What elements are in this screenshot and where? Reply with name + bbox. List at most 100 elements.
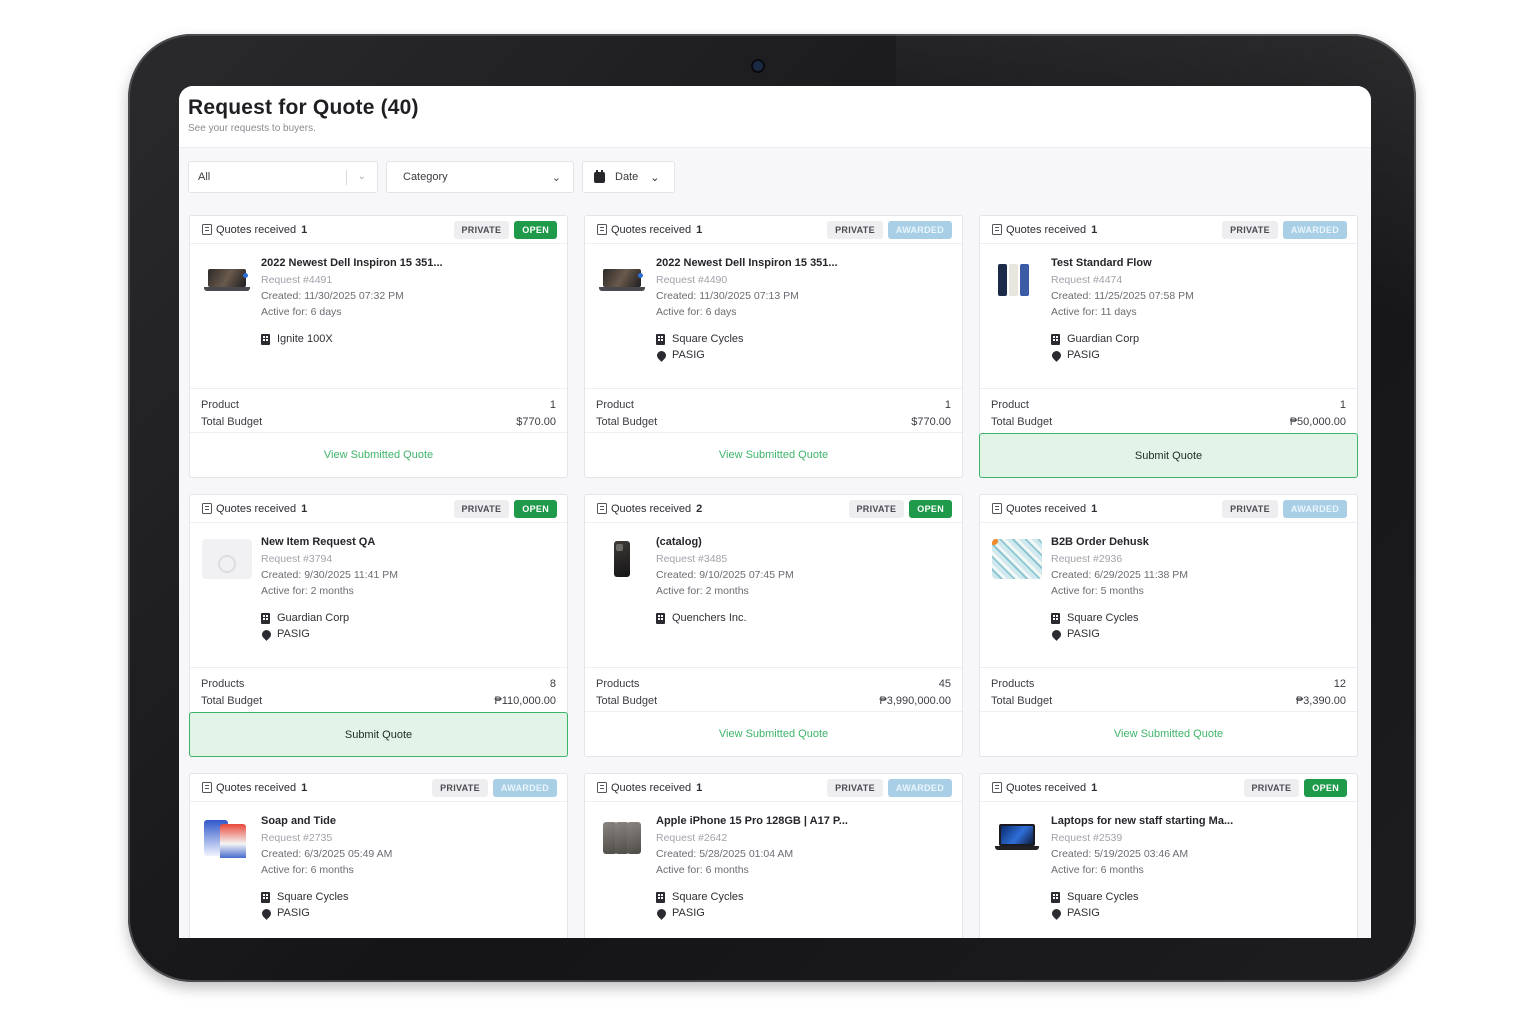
total-budget: ₱110,000.00 — [494, 694, 556, 707]
budget-label: Total Budget — [201, 415, 263, 428]
request-title[interactable]: Apple iPhone 15 Pro 128GB | A17 P... — [656, 815, 956, 827]
card-body: Soap and Tide Request #2735 Created: 6/3/2… — [190, 802, 567, 938]
request-title[interactable]: B2B Order Dehusk — [1051, 536, 1351, 548]
request-info: 2022 Newest Dell Inspiron 15 351... Reque… — [261, 257, 561, 345]
submit-quote-button[interactable]: Submit Quote — [189, 712, 568, 757]
quotes-received-label: Quotes received — [611, 781, 692, 794]
request-number: Request #2539 — [1051, 832, 1123, 844]
badge-group: PRIVATE AWARDED — [827, 778, 952, 797]
location-pin-icon — [1050, 348, 1063, 362]
status-badge: AWARDED — [1282, 499, 1347, 518]
active-duration: Active for: 2 months — [261, 585, 354, 597]
rfq-card[interactable]: Quotes received 1 PRIVATE AWARDED Apple iPho… — [584, 773, 963, 938]
date-filter-label: Date — [615, 171, 639, 183]
quotes-received-count: 1 — [1091, 223, 1098, 236]
request-title[interactable]: New Item Request QA — [261, 536, 561, 548]
view-submitted-quote-link[interactable]: View Submitted Quote — [585, 711, 962, 756]
quotes-received-count: 2 — [696, 502, 703, 515]
card-body: New Item Request QA Request #3794 Created:… — [190, 523, 567, 665]
request-info: B2B Order Dehusk Request #2936 Created: 6/… — [1050, 536, 1351, 641]
rfq-card-grid: Quotes received 1 PRIVATE OPEN 2022 Newest D… — [179, 193, 1371, 938]
rfq-card[interactable]: Quotes received 1 PRIVATE OPEN 2022 Newest D… — [189, 215, 568, 478]
request-title[interactable]: 2022 Newest Dell Inspiron 15 351... — [656, 257, 956, 269]
budget-row: Total Budget ₱3,390.00 — [991, 692, 1346, 709]
product-thumbnail — [992, 818, 1042, 858]
card-header: Quotes received 2 PRIVATE OPEN — [585, 495, 962, 523]
building-icon — [656, 891, 665, 903]
status-badge: AWARDED — [887, 778, 952, 797]
location-pin-icon — [655, 906, 668, 920]
card-stats: Product 1 Total Budget ₱50,000.00 — [980, 388, 1357, 432]
budget-row: Total Budget ₱110,000.00 — [201, 692, 556, 709]
visibility-badge: PRIVATE — [1222, 499, 1278, 518]
rfq-card[interactable]: Quotes received 1 PRIVATE AWARDED Soap and T… — [189, 773, 568, 938]
quotes-received-label: Quotes received — [1006, 223, 1087, 236]
rfq-card[interactable]: Quotes received 1 PRIVATE OPEN New Item Requ… — [189, 494, 568, 757]
chevron-down-icon: ⌄ — [357, 171, 366, 182]
request-number: Request #2936 — [1051, 553, 1123, 565]
rfq-card[interactable]: Quotes received 1 PRIVATE AWARDED 2022 Newes… — [584, 215, 963, 478]
buyer-org-name: Quenchers Inc. — [672, 612, 747, 624]
submit-quote-button[interactable]: Submit Quote — [979, 433, 1358, 478]
badge-group: PRIVATE AWARDED — [432, 778, 557, 797]
view-submitted-quote-link[interactable]: View Submitted Quote — [980, 711, 1357, 756]
view-submitted-quote-link[interactable]: View Submitted Quote — [585, 432, 962, 477]
product-count-row: Products 45 — [596, 675, 951, 692]
request-title[interactable]: (catalog) — [656, 536, 956, 548]
card-body: 2022 Newest Dell Inspiron 15 351... Reque… — [585, 244, 962, 386]
status-badge: AWARDED — [887, 220, 952, 239]
product-thumbnail — [202, 539, 252, 579]
rfq-card[interactable]: Quotes received 1 PRIVATE AWARDED Test Stand… — [979, 215, 1358, 478]
badge-group: PRIVATE OPEN — [1243, 778, 1347, 797]
select-divider — [346, 170, 347, 185]
view-submitted-quote-link[interactable]: View Submitted Quote — [190, 432, 567, 477]
request-number: Request #4474 — [1051, 274, 1123, 286]
request-info: (catalog) Request #3485 Created: 9/10/2025… — [656, 536, 956, 624]
created-date: Created: 5/19/2025 03:46 AM — [1051, 848, 1189, 860]
product-thumbnail — [597, 539, 647, 579]
document-icon — [202, 782, 212, 793]
visibility-badge: PRIVATE — [1222, 220, 1278, 239]
buyer-location-name: PASIG — [1067, 907, 1100, 919]
created-date: Created: 6/29/2025 11:38 PM — [1051, 569, 1188, 581]
request-title[interactable]: Soap and Tide — [261, 815, 561, 827]
image-placeholder-icon — [202, 539, 252, 579]
card-header: Quotes received 1 PRIVATE AWARDED — [585, 774, 962, 802]
building-icon — [656, 612, 665, 624]
card-header: Quotes received 1 PRIVATE OPEN — [190, 216, 567, 244]
page-header: Request for Quote (40) See your requests… — [179, 86, 1371, 148]
camera-icon — [753, 61, 763, 71]
product-thumbnail — [992, 539, 1042, 579]
rfq-card[interactable]: Quotes received 1 PRIVATE OPEN Laptops for n… — [979, 773, 1358, 938]
active-duration: Active for: 11 days — [1051, 306, 1137, 318]
quotes-received-count: 1 — [696, 781, 703, 794]
status-badge: OPEN — [1304, 778, 1347, 797]
request-number: Request #2642 — [656, 832, 728, 844]
building-icon — [261, 891, 270, 903]
card-body: (catalog) Request #3485 Created: 9/10/2025… — [585, 523, 962, 665]
location-pin-icon — [260, 906, 273, 920]
quotes-received-count: 1 — [1091, 502, 1098, 515]
request-info: Apple iPhone 15 Pro 128GB | A17 P... Requ… — [655, 815, 956, 920]
request-title[interactable]: Laptops for new staff starting Ma... — [1051, 815, 1351, 827]
visibility-badge: PRIVATE — [453, 499, 510, 518]
category-filter-select[interactable]: Category ⌄ — [386, 161, 574, 193]
badge-group: PRIVATE OPEN — [453, 220, 557, 239]
rfq-card[interactable]: Quotes received 1 PRIVATE AWARDED B2B Order … — [979, 494, 1358, 757]
visibility-badge: PRIVATE — [848, 499, 905, 518]
request-title[interactable]: 2022 Newest Dell Inspiron 15 351... — [261, 257, 561, 269]
quotes-received-count: 1 — [301, 502, 308, 515]
quotes-received-label: Quotes received — [1006, 781, 1087, 794]
product-count: 1 — [1339, 398, 1346, 411]
buyer-org-name: Guardian Corp — [1067, 333, 1140, 345]
date-filter-button[interactable]: Date ⌄ — [582, 161, 675, 193]
rfq-card[interactable]: Quotes received 2 PRIVATE OPEN (catalog) Requ… — [584, 494, 963, 757]
status-badge: OPEN — [514, 220, 557, 239]
card-header: Quotes received 1 PRIVATE OPEN — [190, 495, 567, 523]
status-filter-select[interactable]: All ⌄ — [188, 161, 378, 193]
request-title[interactable]: Test Standard Flow — [1051, 257, 1351, 269]
document-icon — [992, 782, 1002, 793]
created-date: Created: 6/3/2025 05:49 AM — [261, 848, 393, 860]
building-icon — [1051, 612, 1060, 624]
badge-group: PRIVATE OPEN — [848, 499, 952, 518]
